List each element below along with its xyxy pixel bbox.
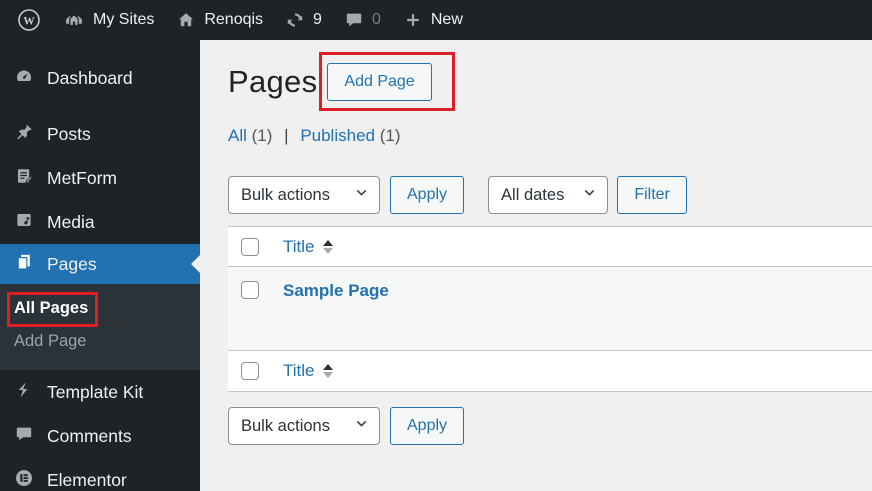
updates-count: 9 bbox=[313, 11, 322, 28]
bulk-actions-select[interactable]: Bulk actions bbox=[228, 176, 380, 214]
new-menu[interactable]: New bbox=[392, 0, 474, 40]
comments-menu[interactable]: 0 bbox=[333, 0, 392, 40]
chevron-down-icon bbox=[582, 185, 597, 205]
chevron-down-icon bbox=[354, 416, 369, 436]
my-sites-menu[interactable]: My Sites bbox=[52, 0, 165, 40]
view-divider: | bbox=[284, 126, 289, 145]
admin-sidebar: Dashboard Posts MetForm Media Pages All … bbox=[0, 40, 200, 491]
sidebar-label: Dashboard bbox=[47, 67, 133, 88]
submenu-label: All Pages bbox=[6, 292, 99, 327]
pushpin-icon bbox=[14, 122, 34, 147]
apply-button-bottom[interactable]: Apply bbox=[390, 407, 465, 445]
form-icon bbox=[14, 166, 34, 191]
all-dates-value: All dates bbox=[501, 185, 565, 204]
sidebar-item-posts[interactable]: Posts bbox=[0, 112, 200, 156]
wordpress-logo-button[interactable]: W bbox=[6, 0, 52, 40]
apply-button[interactable]: Apply bbox=[390, 176, 465, 214]
title-column-sort-link-bottom[interactable]: Title bbox=[283, 361, 333, 381]
plus-icon bbox=[403, 10, 423, 30]
view-published-link[interactable]: Published bbox=[300, 126, 375, 145]
view-all-link[interactable]: All bbox=[228, 126, 247, 145]
sidebar-item-media[interactable]: Media bbox=[0, 200, 200, 244]
table-footer-row: Title bbox=[228, 351, 872, 391]
sort-arrows-icon bbox=[322, 364, 333, 378]
comments-count: 0 bbox=[371, 11, 381, 28]
sidebar-label: Elementor bbox=[47, 469, 127, 490]
sidebar-item-template-kit[interactable]: Template Kit bbox=[0, 370, 200, 414]
svg-text:W: W bbox=[23, 15, 35, 27]
row-checkbox[interactable] bbox=[241, 281, 259, 299]
all-dates-select[interactable]: All dates bbox=[488, 176, 609, 214]
sidebar-label: Pages bbox=[47, 253, 97, 274]
title-column-label: Title bbox=[283, 236, 315, 256]
view-published-count: (1) bbox=[379, 126, 401, 145]
template-kit-icon bbox=[14, 380, 34, 405]
add-page-annotation-box: Add Page bbox=[319, 52, 456, 111]
top-toolbar: Bulk actions Apply All dates Filter bbox=[228, 176, 872, 214]
wordpress-logo-icon: W bbox=[17, 8, 41, 32]
sidebar-label: Template Kit bbox=[47, 381, 144, 402]
sidebar-label: Posts bbox=[47, 123, 91, 144]
my-sites-icon bbox=[63, 9, 85, 31]
page-title: Pages bbox=[228, 64, 318, 99]
pages-submenu: All Pages Add Page bbox=[0, 284, 200, 370]
submenu-item-add-page[interactable]: Add Page bbox=[0, 325, 200, 358]
sidebar-label: Media bbox=[47, 211, 95, 232]
filter-button[interactable]: Filter bbox=[617, 176, 687, 214]
sidebar-item-pages[interactable]: Pages bbox=[0, 244, 200, 284]
elementor-icon bbox=[14, 468, 34, 491]
site-name-label: Renoqis bbox=[204, 11, 264, 28]
view-filters: All (1) | Published (1) bbox=[228, 126, 872, 146]
title-column-sort-link[interactable]: Title bbox=[283, 237, 333, 257]
wordpress-admin-screen: W My Sites Renoqis 9 0 New Dashboard Pos… bbox=[0, 0, 872, 491]
media-icon bbox=[14, 210, 34, 235]
pages-list-screen: Pages Add Page All (1) | Published (1) B… bbox=[200, 40, 872, 491]
page-title-link[interactable]: Sample Page bbox=[283, 281, 389, 300]
sidebar-item-metform[interactable]: MetForm bbox=[0, 156, 200, 200]
select-all-checkbox[interactable] bbox=[241, 237, 259, 256]
sort-arrows-icon bbox=[322, 239, 333, 254]
new-label: New bbox=[430, 11, 463, 28]
dashboard-icon bbox=[14, 66, 34, 91]
my-sites-label: My Sites bbox=[93, 11, 155, 28]
view-all-count: (1) bbox=[251, 126, 273, 145]
bulk-actions-value: Bulk actions bbox=[241, 416, 330, 435]
home-icon bbox=[176, 10, 196, 30]
comments-icon bbox=[14, 424, 34, 449]
bulk-actions-value: Bulk actions bbox=[241, 185, 330, 204]
sidebar-item-dashboard[interactable]: Dashboard bbox=[0, 56, 200, 100]
sidebar-label: MetForm bbox=[47, 167, 117, 188]
bottom-toolbar: Bulk actions Apply bbox=[228, 407, 872, 445]
site-name-menu[interactable]: Renoqis bbox=[165, 0, 274, 40]
updates-icon bbox=[285, 10, 305, 30]
sidebar-item-elementor[interactable]: Elementor bbox=[0, 458, 200, 491]
bulk-actions-select-bottom[interactable]: Bulk actions bbox=[228, 407, 380, 445]
comments-icon bbox=[344, 10, 364, 30]
title-column-label: Title bbox=[283, 361, 315, 380]
add-page-button[interactable]: Add Page bbox=[327, 63, 432, 101]
submenu-label: Add Page bbox=[14, 332, 87, 350]
table-row: Sample Page bbox=[228, 267, 872, 351]
updates-menu[interactable]: 9 bbox=[274, 0, 333, 40]
pages-icon bbox=[14, 252, 34, 277]
table-header-row: Title bbox=[228, 227, 872, 267]
sidebar-item-comments[interactable]: Comments bbox=[0, 414, 200, 458]
submenu-item-all-pages[interactable]: All Pages bbox=[0, 292, 200, 327]
sidebar-label: Comments bbox=[47, 425, 132, 446]
select-all-checkbox-bottom[interactable] bbox=[241, 362, 259, 380]
chevron-down-icon bbox=[354, 185, 369, 205]
pages-table: Title Sample Page Title bbox=[228, 226, 872, 392]
admin-bar: W My Sites Renoqis 9 0 New bbox=[0, 0, 872, 40]
